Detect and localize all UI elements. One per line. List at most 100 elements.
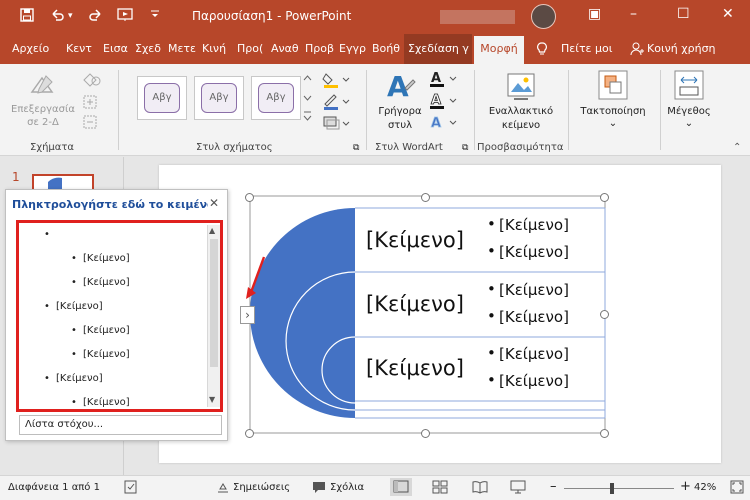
comments-button[interactable]: Σχόλια <box>330 482 364 493</box>
resize-handle[interactable] <box>245 429 254 438</box>
alt-text-label-1[interactable]: Εναλλακτικό <box>478 106 564 117</box>
customize-qat-icon[interactable] <box>150 8 160 23</box>
edit-2d-icon[interactable] <box>28 72 56 103</box>
alt-text-icon[interactable] <box>506 70 538 107</box>
scroll-up-icon[interactable]: ▲ <box>209 226 215 235</box>
zoom-slider-thumb[interactable] <box>610 483 614 494</box>
text-pane-toggle-button[interactable]: › <box>240 306 255 324</box>
reading-view-icon[interactable] <box>472 480 488 497</box>
text-fill-icon[interactable]: A <box>430 70 460 91</box>
tab-review[interactable]: Αναθ <box>271 42 299 55</box>
tab-view[interactable]: Προβ <box>305 42 334 55</box>
smartart-row-3-bullet-2[interactable]: [Κείμενο] <box>499 372 569 390</box>
collapse-ribbon-icon[interactable]: ⌃ <box>733 142 741 153</box>
smartart-row-2-bullet-2[interactable]: [Κείμενο] <box>499 308 569 326</box>
resize-handle[interactable] <box>421 193 430 202</box>
shape-effects-icon[interactable] <box>322 114 350 135</box>
text-pane-item[interactable]: [Κείμενο] <box>83 277 130 288</box>
undo-icon[interactable] <box>49 8 65 26</box>
smartart-row-3-text[interactable]: [Κείμενο] <box>366 356 464 380</box>
shape-outline-icon[interactable] <box>322 92 350 113</box>
save-icon[interactable] <box>20 8 34 26</box>
spelling-icon[interactable] <box>124 480 138 497</box>
smartart-row-2-bullet-1[interactable]: [Κείμενο] <box>499 281 569 299</box>
dialog-launcher-icon[interactable]: ⧉ <box>462 143 468 153</box>
tab-slideshow[interactable]: Προ( <box>237 42 263 55</box>
arrange-icon[interactable] <box>598 70 628 103</box>
fit-to-window-icon[interactable] <box>730 480 744 497</box>
resize-handle[interactable] <box>600 429 609 438</box>
text-effects-icon[interactable]: A <box>430 114 460 135</box>
slide-info[interactable]: Διαφάνεια 1 από 1 <box>8 482 100 493</box>
tab-design[interactable]: Σχεδ <box>135 42 161 55</box>
normal-view-icon[interactable] <box>390 478 412 496</box>
tab-home[interactable]: Κεντ <box>66 42 92 55</box>
maximize-button[interactable]: ☐ <box>677 6 690 22</box>
scroll-down-icon[interactable]: ▼ <box>209 395 215 404</box>
tab-recording[interactable]: Εγγρ <box>339 42 366 55</box>
gallery-scroll-icon[interactable] <box>303 74 312 125</box>
resize-handle[interactable] <box>421 429 430 438</box>
tab-smartart-design[interactable]: Σχεδίαση γ <box>404 34 472 64</box>
smartart-row-3-bullet-1[interactable]: [Κείμενο] <box>499 345 569 363</box>
resize-handle[interactable] <box>245 193 254 202</box>
tab-transitions[interactable]: Μετε <box>168 42 196 55</box>
shape-style-3[interactable]: Αβγ <box>251 76 301 120</box>
share-button[interactable]: Κοινή χρήση <box>647 42 716 55</box>
text-pane-item[interactable]: [Κείμενο] <box>56 301 103 312</box>
tab-help[interactable]: Βοήθ <box>372 42 400 55</box>
size-dropdown-icon[interactable]: ⌄ <box>664 118 714 129</box>
notes-icon[interactable] <box>216 480 230 497</box>
quick-styles-icon[interactable]: A <box>385 70 417 107</box>
smartart-row-1-bullet-1[interactable]: [Κείμενο] <box>499 216 569 234</box>
minimize-button[interactable]: – <box>630 6 637 22</box>
text-pane-close-button[interactable]: ✕ <box>209 196 219 210</box>
arrange-dropdown-icon[interactable]: ⌄ <box>572 118 654 129</box>
text-pane-list[interactable]: • • [Κείμενο] • [Κείμενο] • [Κείμενο] • … <box>16 220 223 412</box>
start-slideshow-icon[interactable] <box>117 8 135 26</box>
size-button[interactable]: Μέγεθος <box>664 106 714 117</box>
undo-dropdown-icon[interactable]: ▾ <box>68 11 73 21</box>
resize-handle[interactable] <box>600 193 609 202</box>
scrollbar-thumb[interactable] <box>210 239 218 367</box>
text-pane-item[interactable]: [Κείμενο] <box>83 325 130 336</box>
tell-me-box[interactable]: Πείτε μοι <box>561 42 612 55</box>
ribbon-display-options-icon[interactable]: ▣ <box>588 6 601 22</box>
smartart-row-1-text[interactable]: [Κείμενο] <box>366 228 464 252</box>
smartart-row-2-text[interactable]: [Κείμενο] <box>366 292 464 316</box>
quick-styles-label-1[interactable]: Γρήγορα <box>374 106 426 117</box>
comments-icon[interactable] <box>312 480 326 497</box>
larger-icon[interactable] <box>82 94 98 113</box>
target-list-link[interactable]: Λίστα στόχου... <box>19 415 222 435</box>
size-icon[interactable] <box>674 70 704 103</box>
shape-style-2[interactable]: Αβγ <box>194 76 244 120</box>
text-outline-icon[interactable]: A <box>430 92 460 113</box>
zoom-in-button[interactable]: + <box>680 479 691 494</box>
change-shape-icon[interactable] <box>82 72 102 91</box>
text-pane-item[interactable]: [Κείμενο] <box>83 397 130 408</box>
arrange-button[interactable]: Τακτοποίηση <box>572 106 654 117</box>
smaller-icon[interactable] <box>82 114 98 133</box>
shape-fill-icon[interactable] <box>322 70 350 91</box>
text-pane-item[interactable]: [Κείμενο] <box>83 349 130 360</box>
zoom-level[interactable]: 42% <box>694 482 716 493</box>
slideshow-icon[interactable] <box>510 480 526 497</box>
quick-styles-label-2[interactable]: στυλ <box>374 120 426 131</box>
tab-format[interactable]: Μορφή <box>474 36 524 64</box>
text-pane-item[interactable]: [Κείμενο] <box>83 253 130 264</box>
resize-handle[interactable] <box>600 310 609 319</box>
zoom-out-button[interactable]: – <box>550 479 557 494</box>
slide-sorter-icon[interactable] <box>432 480 448 497</box>
avatar[interactable] <box>531 4 556 29</box>
tab-animations[interactable]: Κινή <box>202 42 226 55</box>
smartart-row-1-bullet-2[interactable]: [Κείμενο] <box>499 243 569 261</box>
close-button[interactable]: ✕ <box>722 6 734 22</box>
notes-button[interactable]: Σημειώσεις <box>233 482 290 493</box>
dialog-launcher-icon[interactable]: ⧉ <box>353 143 359 153</box>
tab-insert[interactable]: Εισα <box>103 42 128 55</box>
zoom-slider[interactable] <box>564 483 674 494</box>
text-pane-item[interactable]: [Κείμενο] <box>56 373 103 384</box>
alt-text-label-2[interactable]: κείμενο <box>478 120 564 131</box>
text-pane-scrollbar[interactable]: ▲ ▼ <box>207 225 220 407</box>
shape-style-1[interactable]: Αβγ <box>137 76 187 120</box>
